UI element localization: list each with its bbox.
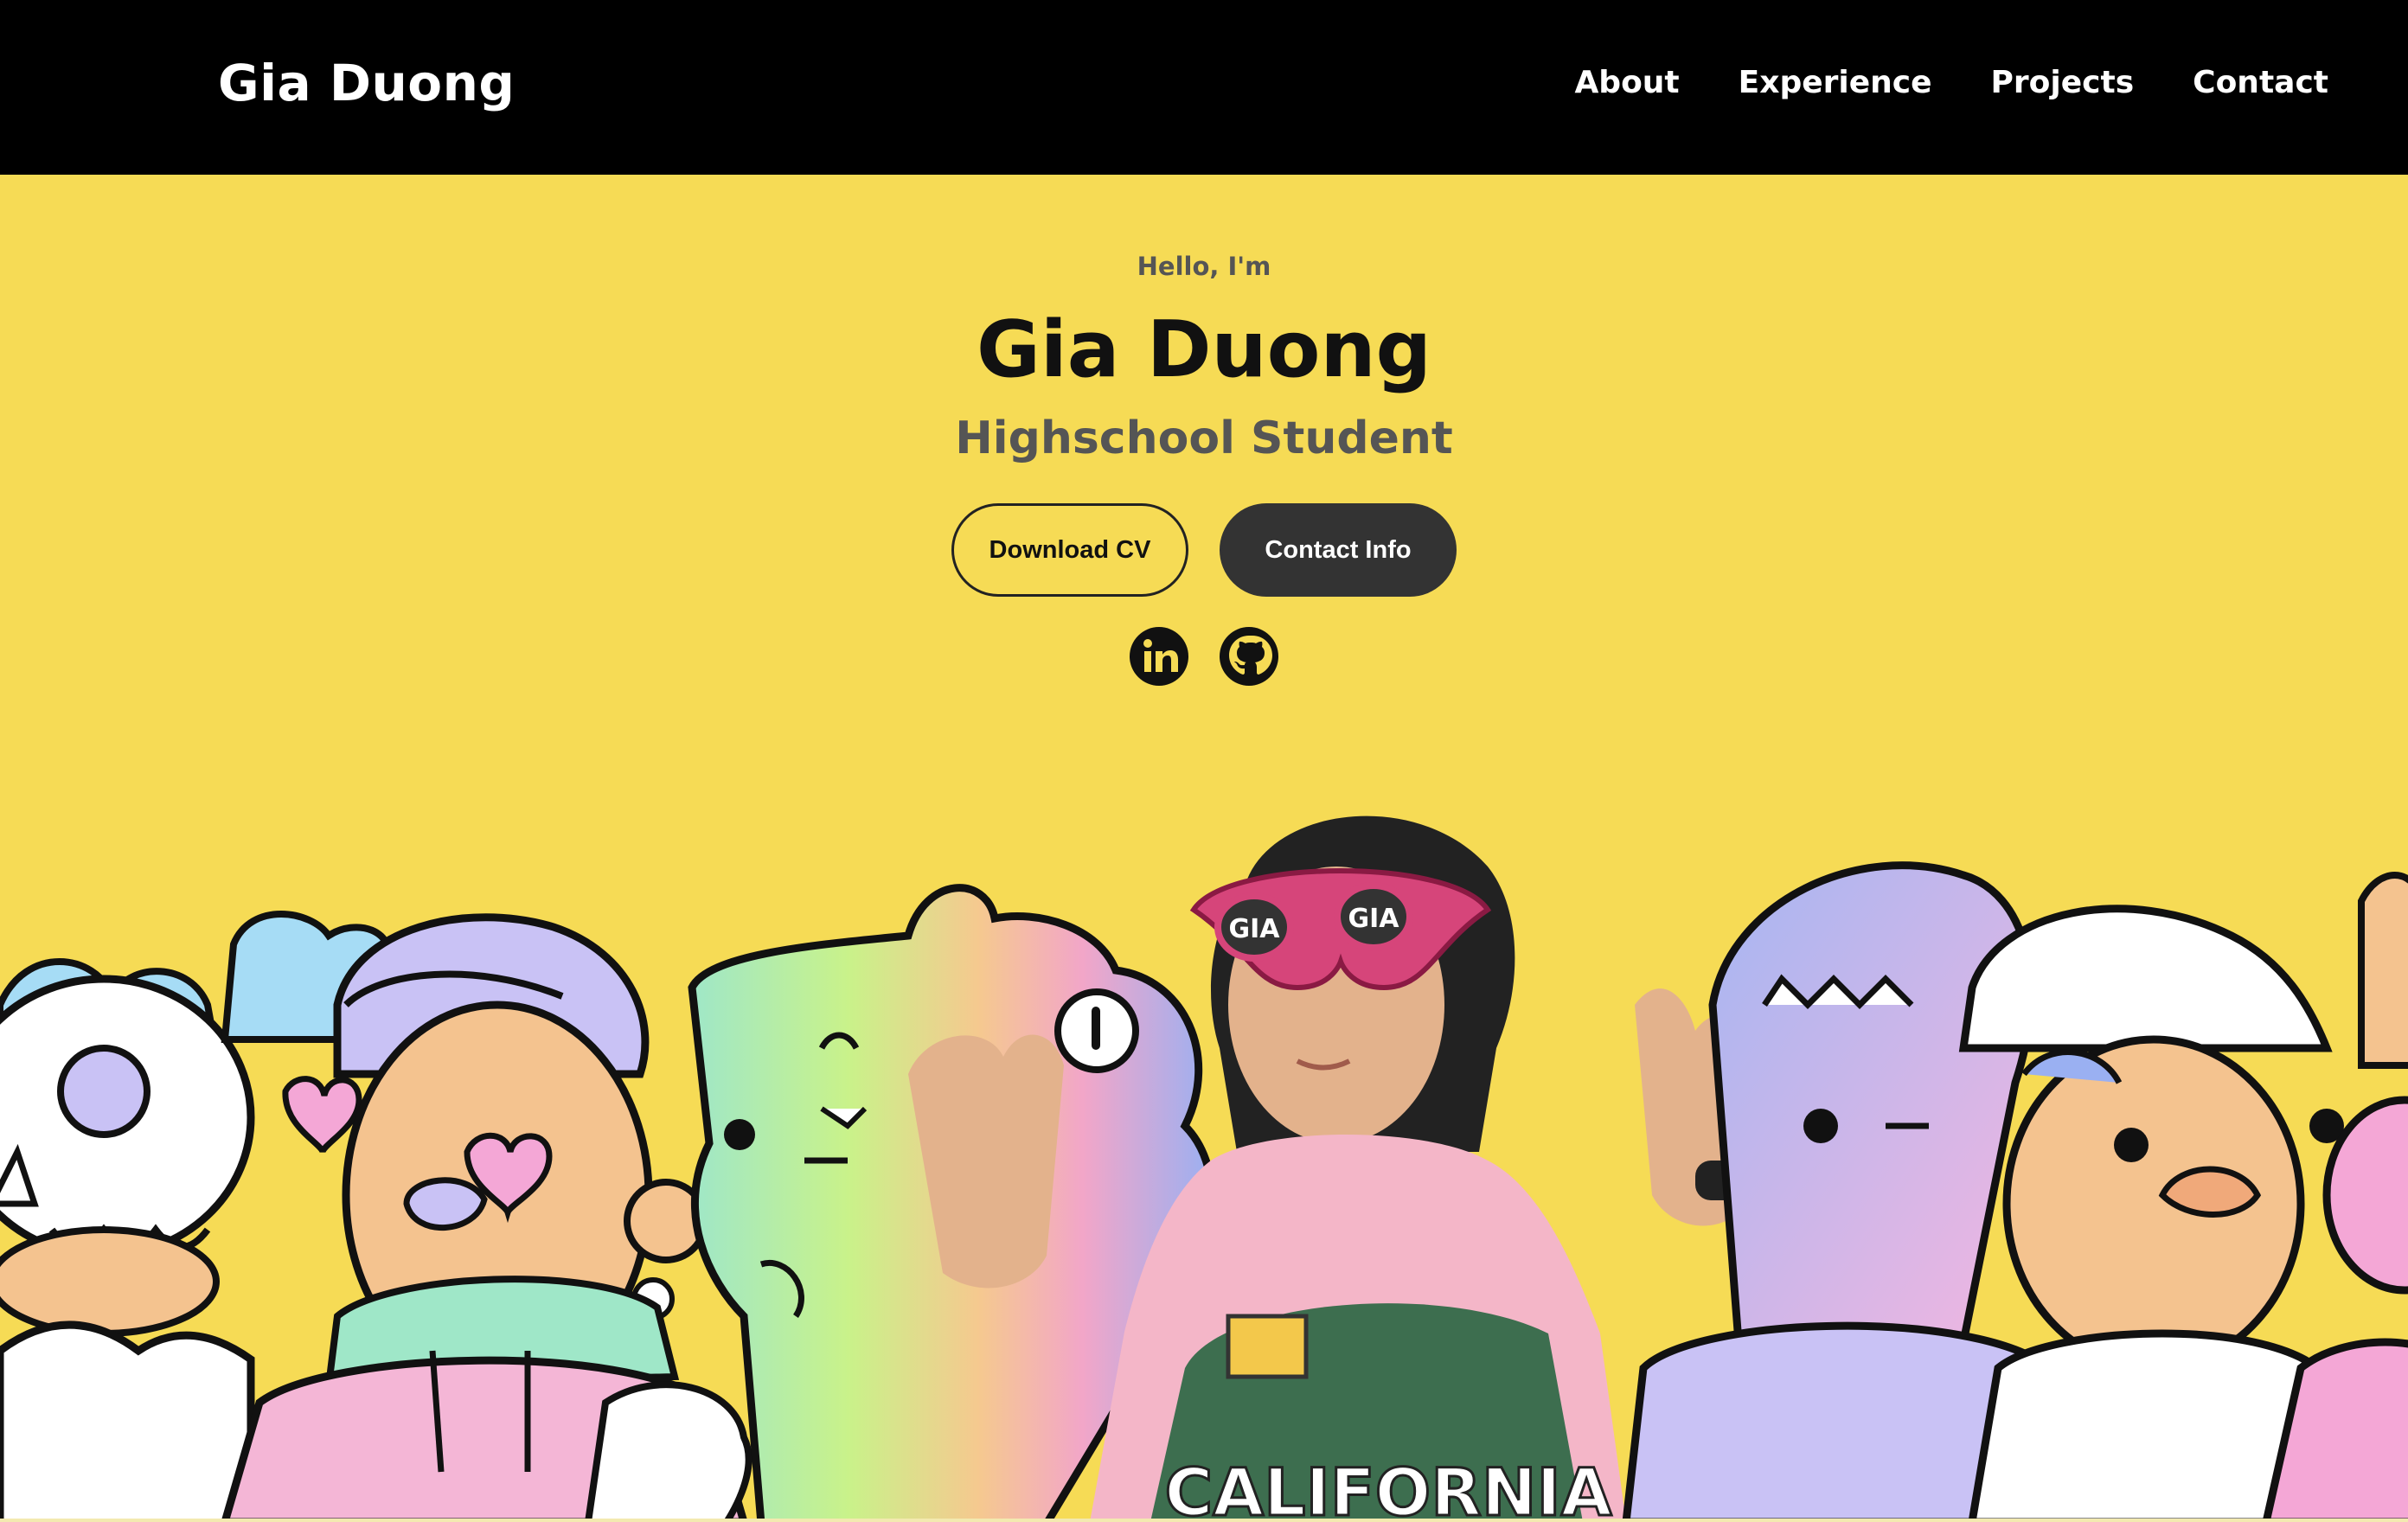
bottom-divider: [0, 1519, 2408, 1522]
hero-greeting: Hello, I'm: [1137, 252, 1271, 281]
hero-button-row: Download CV Contact Info: [0, 503, 2408, 597]
nav-link-projects[interactable]: Projects: [1991, 61, 2135, 106]
social-icons: [0, 626, 2408, 687]
brand-logo-text[interactable]: Gia Duong: [218, 50, 515, 116]
nav-link-experience[interactable]: Experience: [1739, 61, 1932, 106]
glasses-right-text: GIA: [1348, 904, 1399, 934]
nav-link-about[interactable]: About: [1574, 61, 1679, 106]
contact-info-button[interactable]: Contact Info: [1220, 503, 1457, 597]
hero-illustration: GIA GIA CALIFORNIA: [0, 815, 2408, 1522]
github-icon[interactable]: [1219, 626, 1279, 687]
glasses-left-text: GIA: [1228, 914, 1280, 944]
nav-link-contact[interactable]: Contact: [2193, 61, 2328, 106]
top-navbar: Gia Duong About Experience Projects Cont…: [0, 0, 2408, 175]
shirt-california-text: CALIFORNIA: [1164, 1454, 1611, 1522]
linkedin-icon[interactable]: [1129, 626, 1189, 687]
hero-name: Gia Duong: [977, 304, 1431, 395]
hero-section: Hello, I'm Gia Duong Highschool Student …: [0, 175, 2408, 1522]
hero-role: Highschool Student: [955, 412, 1453, 464]
download-cv-button[interactable]: Download CV: [951, 503, 1188, 597]
nav-links: About Experience Projects Contact: [1574, 61, 2328, 106]
